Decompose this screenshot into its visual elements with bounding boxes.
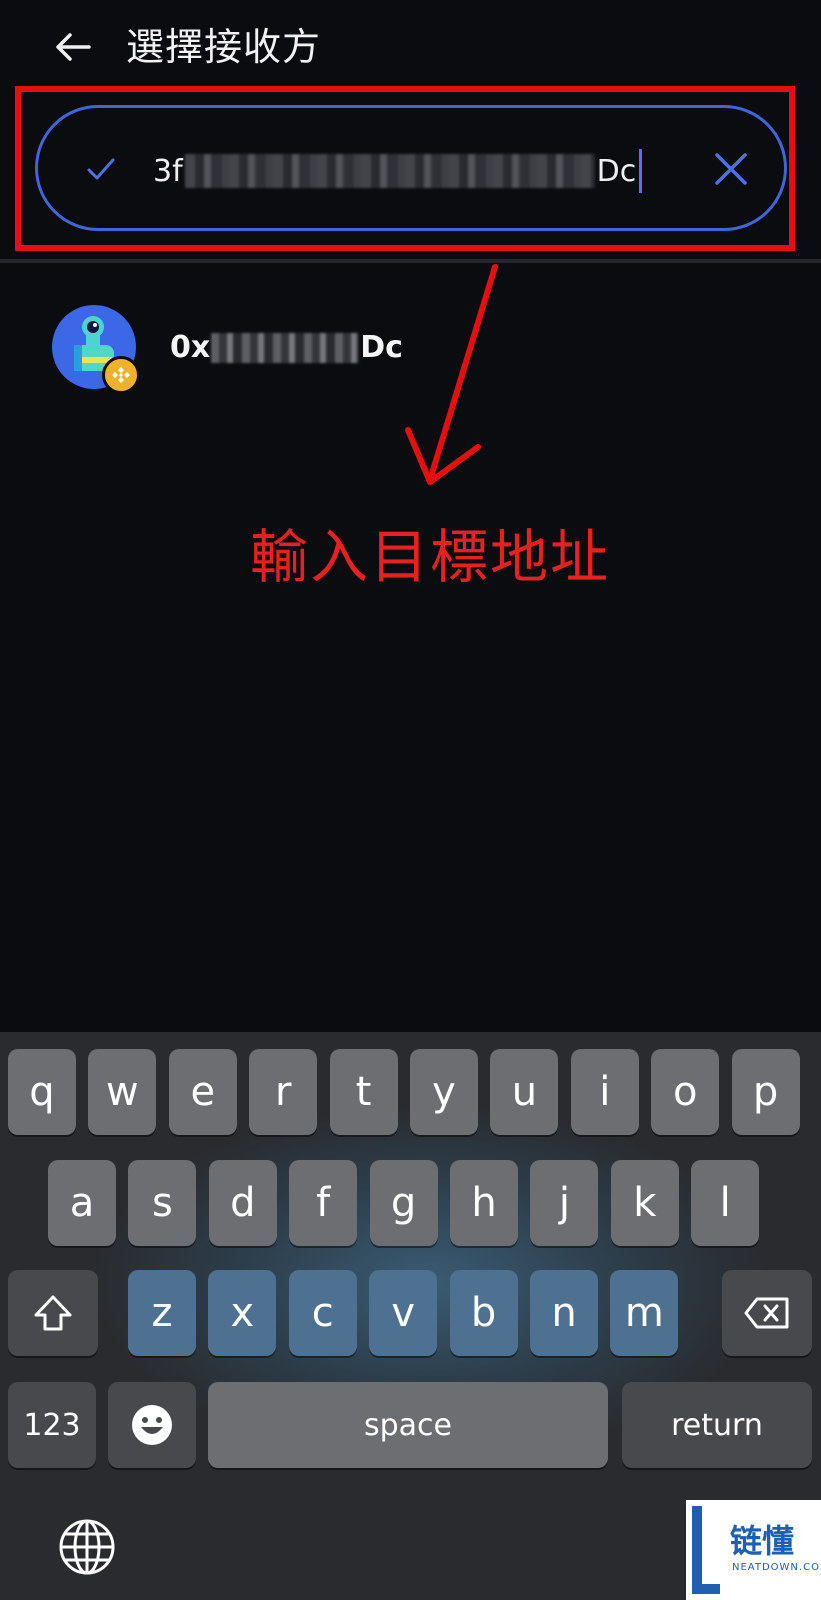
globe-icon	[59, 1519, 115, 1575]
key-l[interactable]: l	[691, 1160, 760, 1246]
key-g[interactable]: g	[369, 1160, 438, 1246]
key-m[interactable]: m	[610, 1270, 679, 1356]
key-o[interactable]: o	[651, 1049, 720, 1135]
key-k[interactable]: k	[610, 1160, 679, 1246]
check-icon	[87, 158, 115, 180]
space-key[interactable]: space	[208, 1382, 608, 1468]
key-x[interactable]: x	[208, 1270, 277, 1356]
return-key[interactable]: return	[622, 1382, 812, 1468]
key-c[interactable]: c	[288, 1270, 357, 1356]
shift-key[interactable]	[8, 1270, 98, 1356]
address-input-value[interactable]: 3f Dc	[153, 148, 643, 194]
emoji-icon	[132, 1405, 172, 1445]
bnb-chain-icon	[102, 356, 140, 394]
annotation-arrow	[405, 264, 498, 485]
numbers-key[interactable]: 123	[8, 1382, 96, 1468]
key-i[interactable]: i	[570, 1049, 639, 1135]
close-icon[interactable]	[712, 150, 750, 188]
key-u[interactable]: u	[490, 1049, 559, 1135]
address-prefix: 0x	[170, 330, 211, 365]
key-b[interactable]: b	[449, 1270, 518, 1356]
key-w[interactable]: w	[88, 1049, 157, 1135]
key-f[interactable]: f	[289, 1160, 358, 1246]
address-input-prefix: 3f	[153, 153, 183, 189]
key-z[interactable]: z	[128, 1270, 196, 1356]
address-input-suffix: Dc	[596, 153, 637, 189]
key-h[interactable]: h	[450, 1160, 518, 1246]
watermark-logo: 链懂 NEATDOWN.COM	[686, 1500, 821, 1600]
key-y[interactable]: y	[410, 1049, 478, 1135]
key-t[interactable]: t	[329, 1049, 398, 1135]
annotation-label: 輸入目標地址	[250, 523, 611, 591]
emoji-key[interactable]	[108, 1382, 196, 1468]
key-p[interactable]: p	[731, 1049, 800, 1135]
key-a[interactable]: a	[48, 1160, 116, 1246]
arrow-left-icon	[56, 33, 91, 61]
watermark-subtext: NEATDOWN.COM	[732, 1562, 821, 1573]
key-d[interactable]: d	[208, 1160, 277, 1246]
page-title: 選擇接收方	[126, 25, 322, 69]
globe-button[interactable]	[56, 1516, 118, 1578]
backspace-icon	[744, 1297, 789, 1329]
key-v[interactable]: v	[369, 1270, 438, 1356]
address-redaction	[211, 332, 360, 363]
delete-key[interactable]	[722, 1270, 812, 1356]
key-r[interactable]: r	[249, 1049, 318, 1135]
address-redaction	[184, 154, 595, 188]
key-s[interactable]: s	[128, 1160, 197, 1246]
recipient-address: 0x Dc	[170, 330, 403, 365]
back-button[interactable]	[50, 24, 96, 70]
watermark-l-icon	[692, 1506, 720, 1594]
key-j[interactable]: j	[530, 1160, 599, 1246]
app-header: 選擇接收方	[0, 0, 821, 92]
key-n[interactable]: n	[530, 1270, 598, 1356]
shift-icon	[34, 1295, 72, 1331]
key-e[interactable]: e	[168, 1049, 237, 1135]
address-suffix: Dc	[360, 330, 403, 365]
watermark-text: 链懂	[730, 1522, 795, 1560]
text-caret	[639, 149, 643, 193]
recipient-address-input[interactable]: 3f Dc	[35, 105, 787, 231]
key-q[interactable]: q	[8, 1049, 76, 1135]
